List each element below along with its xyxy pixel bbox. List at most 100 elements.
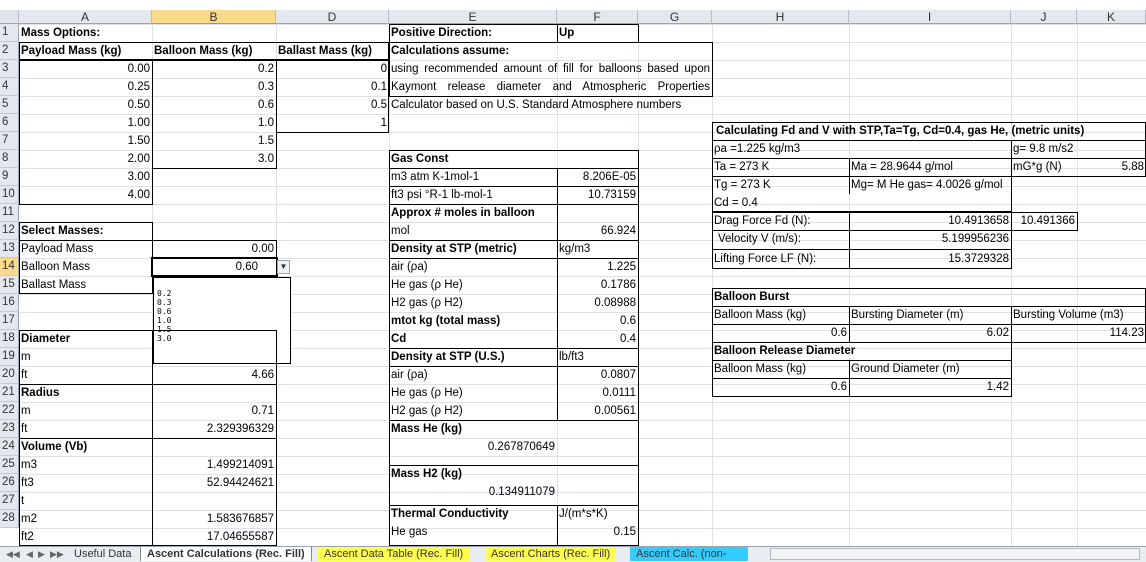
row-header[interactable]: 13 (0, 240, 19, 258)
fd-mg-label: mG*g (N) (1013, 161, 1062, 173)
row-header[interactable]: 22 (0, 402, 19, 420)
row-header[interactable]: 21 (0, 384, 19, 402)
row-header[interactable]: 10 (0, 186, 19, 204)
row-header[interactable]: 23 (0, 420, 19, 438)
ballast-option[interactable]: 1 (276, 114, 389, 132)
burst-diameter-value: 6.02 (986, 327, 1009, 339)
density-us-unit: lb/ft3 (559, 351, 584, 363)
positive-direction-value[interactable]: Up (557, 24, 638, 42)
col-header-j[interactable]: J (1011, 10, 1077, 24)
row-header[interactable]: 18 (0, 330, 19, 348)
payload-option[interactable]: 1.50 (19, 132, 152, 150)
dropdown-option[interactable]: 0.2 (154, 289, 290, 298)
row-header[interactable]: 17 (0, 312, 19, 330)
row-header[interactable]: 11 (0, 204, 19, 222)
row-header[interactable]: 14 (0, 258, 19, 276)
row-header[interactable]: 26 (0, 474, 19, 492)
moles-title: Approx # moles in balloon (391, 207, 535, 219)
col-header-a[interactable]: A (19, 10, 152, 24)
payload-option[interactable]: 4.00 (19, 186, 152, 204)
row-header[interactable]: 28 (0, 510, 19, 528)
row-header[interactable]: 25 (0, 456, 19, 474)
prev-sheet-icon[interactable]: ◀ (26, 547, 33, 562)
density-metric-title: Density at STP (metric) (391, 243, 517, 255)
payload-option[interactable]: 0.25 (19, 78, 152, 96)
payload-option[interactable]: 0.00 (19, 60, 152, 78)
row-header[interactable]: 19 (0, 348, 19, 366)
next-sheet-icon[interactable]: ▶ (38, 547, 45, 562)
first-sheet-icon[interactable]: ◀◀ (6, 547, 20, 562)
row-header[interactable]: 3 (0, 60, 19, 78)
col-header-i[interactable]: I (849, 10, 1011, 24)
row-header[interactable]: 27 (0, 492, 19, 510)
tab-useful-data[interactable]: Useful Data (68, 547, 137, 561)
fd-ta: Ta = 273 K (714, 161, 770, 173)
balloon-option[interactable]: 0.3 (152, 78, 276, 96)
payload-option[interactable]: 2.00 (19, 150, 152, 168)
payload-option[interactable]: 3.00 (19, 168, 152, 186)
calc-assume-title: Calculations assume: (391, 45, 510, 57)
thermal-unit: J/(m*s*K) (559, 508, 608, 520)
last-sheet-icon[interactable]: ▶▶ (50, 547, 64, 562)
drag-force-value-2: 10.491366 (1020, 215, 1075, 227)
row-header[interactable]: 15 (0, 276, 19, 294)
burst-header-mass: Balloon Mass (kg) (714, 309, 807, 321)
sheet-tab-bar: ◀◀ ◀ ▶ ▶▶ Useful Data Ascent Calculation… (0, 546, 1146, 562)
row-header[interactable]: 20 (0, 366, 19, 384)
payload-option[interactable]: 0.50 (19, 96, 152, 114)
fd-rho-a: ρa =1.225 kg/m3 (714, 143, 801, 155)
balloon-option[interactable]: 0.2 (152, 60, 276, 78)
volume-unit-m3: m3 (21, 459, 37, 471)
select-all-corner[interactable] (0, 10, 19, 24)
drag-force-label: Drag Force Fd (N): (714, 215, 811, 227)
diameter-unit-ft: ft (21, 369, 28, 381)
row-header[interactable]: 5 (0, 96, 19, 114)
fd-calc-title: Calculating Fd and V with STP,Ta=Tg, Cd=… (716, 125, 1085, 137)
col-header-g[interactable]: G (638, 10, 712, 24)
balloon-option[interactable]: 1.5 (152, 132, 276, 150)
col-header-d[interactable]: D (276, 10, 389, 24)
mtot-value: 0.6 (620, 315, 636, 327)
ballast-option[interactable]: 0 (276, 60, 389, 78)
row-header[interactable]: 16 (0, 294, 19, 312)
ballast-option[interactable]: 0.1 (276, 78, 389, 96)
row-header[interactable]: 4 (0, 78, 19, 96)
tab-ascent-charts[interactable]: Ascent Charts (Rec. Fill) (485, 547, 617, 561)
dropdown-arrow-button[interactable]: ▼ (277, 260, 290, 274)
balloon-option[interactable]: 3.0 (152, 150, 276, 168)
col-header-f[interactable]: F (557, 10, 638, 24)
velocity-value: 5.199956236 (941, 233, 1009, 245)
row-header[interactable]: 12 (0, 222, 19, 240)
row-header[interactable]: 6 (0, 114, 19, 132)
balloon-option[interactable]: 1.0 (152, 114, 276, 132)
tab-ascent-data-table[interactable]: Ascent Data Table (Rec. Fill) (318, 547, 470, 561)
dropdown-option[interactable]: 1.0 (154, 316, 290, 325)
payload-mass-input[interactable]: 0.00 (152, 240, 276, 258)
col-header-b[interactable]: B (152, 10, 276, 24)
calc-assume-line-3: Calculator based on U.S. Standard Atmosp… (391, 99, 682, 111)
col-header-h[interactable]: H (712, 10, 849, 24)
balloon-mass-dropdown[interactable]: 0.2 0.3 0.6 1.0 1.5 3.0 (153, 277, 291, 364)
balloon-option[interactable]: 0.6 (152, 96, 276, 114)
col-header-k[interactable]: K (1077, 10, 1146, 24)
row-header[interactable]: 9 (0, 168, 19, 186)
row-header[interactable]: 1 (0, 24, 19, 42)
row-header[interactable]: 7 (0, 132, 19, 150)
ballast-option[interactable]: 0.5 (276, 96, 389, 114)
col-header-e[interactable]: E (389, 10, 557, 24)
gas-const-unit-us: ft3 psi °R-1 lb-mol-1 (391, 189, 493, 201)
tab-ascent-calc-non[interactable]: Ascent Calc. (non- (630, 547, 748, 561)
dropdown-option[interactable]: 0.6 (154, 307, 290, 316)
volume-m3-value: 1.499214091 (206, 459, 274, 471)
horizontal-scrollbar[interactable] (770, 548, 1140, 560)
row-header[interactable]: 8 (0, 150, 19, 168)
payload-option[interactable]: 1.00 (19, 114, 152, 132)
row-header[interactable]: 2 (0, 42, 19, 60)
dropdown-option[interactable]: 0.3 (154, 298, 290, 307)
tab-ascent-calculations[interactable]: Ascent Calculations (Rec. Fill) (140, 547, 312, 561)
dropdown-option[interactable]: 3.0 (154, 334, 290, 343)
dropdown-option[interactable]: 1.5 (154, 325, 290, 334)
density-metric-h2-value: 0.08988 (594, 297, 636, 309)
density-metric-h2-label: H2 gas (ρ H2) (391, 297, 463, 309)
row-header[interactable]: 24 (0, 438, 19, 456)
